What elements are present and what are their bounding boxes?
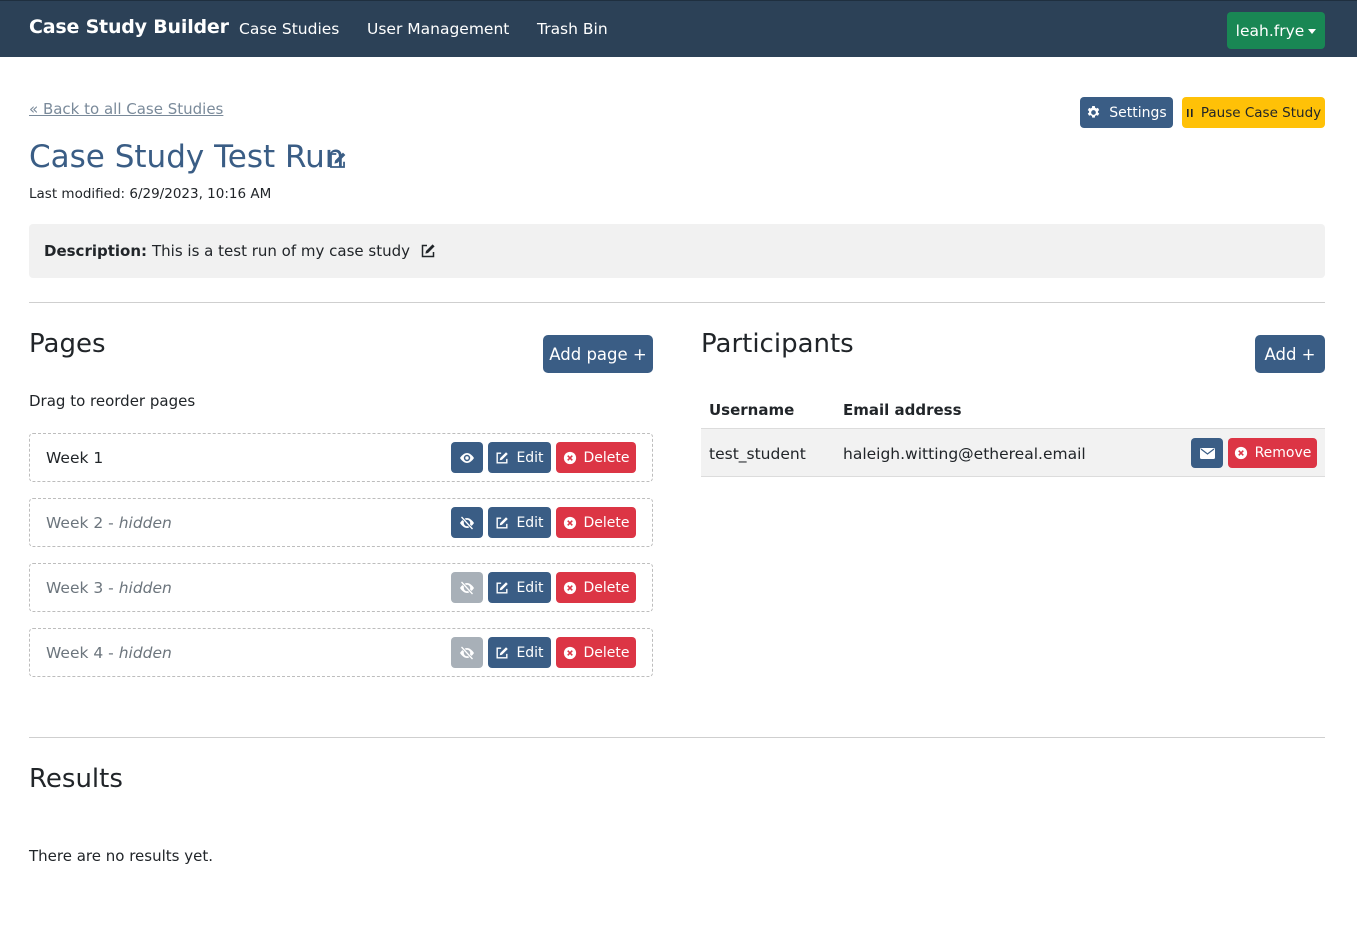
table-header: Username Email address — [701, 392, 1325, 429]
page-row-week-4[interactable]: Week 4 - hidden Edit Delete — [29, 628, 653, 677]
x-circle-icon — [563, 646, 577, 660]
delete-label: Delete — [583, 514, 630, 531]
page-name-text: Week 1 — [46, 449, 104, 467]
hidden-tag: hidden — [118, 644, 172, 662]
participant-email: haleigh.witting@ethereal.email — [843, 445, 1086, 463]
edit-label: Edit — [516, 644, 544, 661]
pencil-square-icon — [495, 646, 509, 660]
edit-page-button[interactable]: Edit — [488, 507, 551, 538]
delete-label: Delete — [583, 644, 630, 661]
user-menu-button[interactable]: leah.frye — [1227, 12, 1325, 49]
caret-down-icon — [1308, 29, 1317, 34]
page-name-text: Week 4 - — [46, 644, 119, 662]
pencil-square-icon — [495, 581, 509, 595]
brand-logo[interactable]: Case Study Builder — [29, 16, 229, 38]
envelope-icon — [1199, 447, 1215, 459]
participants-table: Username Email address test_student hale… — [701, 392, 1325, 477]
pause-label: Pause Case Study — [1200, 104, 1322, 121]
eye-icon — [459, 452, 475, 464]
nav-case-studies[interactable]: Case Studies — [239, 20, 339, 38]
edit-description-icon[interactable] — [420, 243, 436, 259]
page-name: Week 3 - hidden — [46, 579, 172, 597]
delete-page-button[interactable]: Delete — [556, 442, 636, 473]
pencil-square-icon — [495, 516, 509, 530]
back-link[interactable]: « Back to all Case Studies — [29, 100, 223, 118]
hidden-tag: hidden — [118, 514, 172, 532]
delete-label: Delete — [583, 449, 630, 466]
divider — [29, 302, 1325, 303]
results-heading: Results — [29, 764, 123, 794]
add-page-button[interactable]: Add page + — [543, 335, 653, 373]
toggle-visibility-button[interactable] — [451, 442, 483, 473]
page-name: Week 2 - hidden — [46, 514, 172, 532]
drag-reorder-note: Drag to reorder pages — [29, 392, 196, 410]
description-box: Description: This is a test run of my ca… — [29, 224, 1325, 278]
x-circle-icon — [563, 451, 577, 465]
table-row: test_student haleigh.witting@ethereal.em… — [701, 429, 1325, 477]
eye-slash-icon — [459, 580, 475, 595]
email-participant-button[interactable] — [1191, 438, 1223, 468]
divider — [29, 737, 1325, 738]
edit-title-icon[interactable] — [328, 151, 347, 170]
page-title: Case Study Test Run — [29, 139, 345, 175]
last-modified-text: Last modified: 6/29/2023, 10:16 AM — [29, 186, 272, 202]
no-results-text: There are no results yet. — [29, 847, 213, 865]
toggle-visibility-button[interactable] — [451, 637, 483, 668]
edit-page-button[interactable]: Edit — [488, 637, 551, 668]
page-row-week-2[interactable]: Week 2 - hidden Edit Delete — [29, 498, 653, 547]
description-text: This is a test run of my case study — [152, 242, 411, 260]
page-row-week-1[interactable]: Week 1 Edit Delete — [29, 433, 653, 482]
eye-slash-icon — [459, 515, 475, 530]
page-name-text: Week 2 - — [46, 514, 119, 532]
description-label: Description: — [44, 242, 148, 260]
column-username: Username — [709, 401, 795, 419]
toggle-visibility-button[interactable] — [451, 507, 483, 538]
edit-page-button[interactable]: Edit — [488, 442, 551, 473]
edit-page-button[interactable]: Edit — [488, 572, 551, 603]
add-participant-button[interactable]: Add + — [1255, 335, 1325, 373]
toggle-visibility-button[interactable] — [451, 572, 483, 603]
participant-username: test_student — [709, 445, 806, 463]
delete-page-button[interactable]: Delete — [556, 507, 636, 538]
nav-user-management[interactable]: User Management — [367, 20, 509, 38]
delete-label: Delete — [583, 579, 630, 596]
settings-label: Settings — [1109, 104, 1167, 121]
x-circle-icon — [563, 516, 577, 530]
pause-case-study-button[interactable]: Pause Case Study — [1182, 97, 1325, 128]
column-email: Email address — [843, 401, 962, 419]
pages-heading: Pages — [29, 329, 106, 359]
hidden-tag: hidden — [118, 579, 172, 597]
edit-label: Edit — [516, 514, 544, 531]
participants-heading: Participants — [701, 329, 854, 359]
eye-slash-icon — [459, 645, 475, 660]
page-name: Week 4 - hidden — [46, 644, 172, 662]
gear-icon — [1086, 105, 1101, 120]
remove-participant-button[interactable]: Remove — [1228, 438, 1317, 468]
user-menu-label: leah.frye — [1235, 21, 1305, 40]
edit-label: Edit — [516, 449, 544, 466]
nav-trash-bin[interactable]: Trash Bin — [537, 20, 608, 38]
pencil-square-icon — [495, 451, 509, 465]
page-name: Week 1 — [46, 449, 103, 467]
page-row-week-3[interactable]: Week 3 - hidden Edit Delete — [29, 563, 653, 612]
edit-label: Edit — [516, 579, 544, 596]
x-circle-icon — [563, 581, 577, 595]
remove-label: Remove — [1254, 445, 1312, 461]
x-circle-icon — [1234, 446, 1248, 460]
pause-icon — [1186, 108, 1194, 118]
page-name-text: Week 3 - — [46, 579, 119, 597]
delete-page-button[interactable]: Delete — [556, 572, 636, 603]
settings-button[interactable]: Settings — [1080, 97, 1173, 128]
delete-page-button[interactable]: Delete — [556, 637, 636, 668]
top-navbar: Case Study Builder Case Studies User Man… — [0, 0, 1357, 57]
